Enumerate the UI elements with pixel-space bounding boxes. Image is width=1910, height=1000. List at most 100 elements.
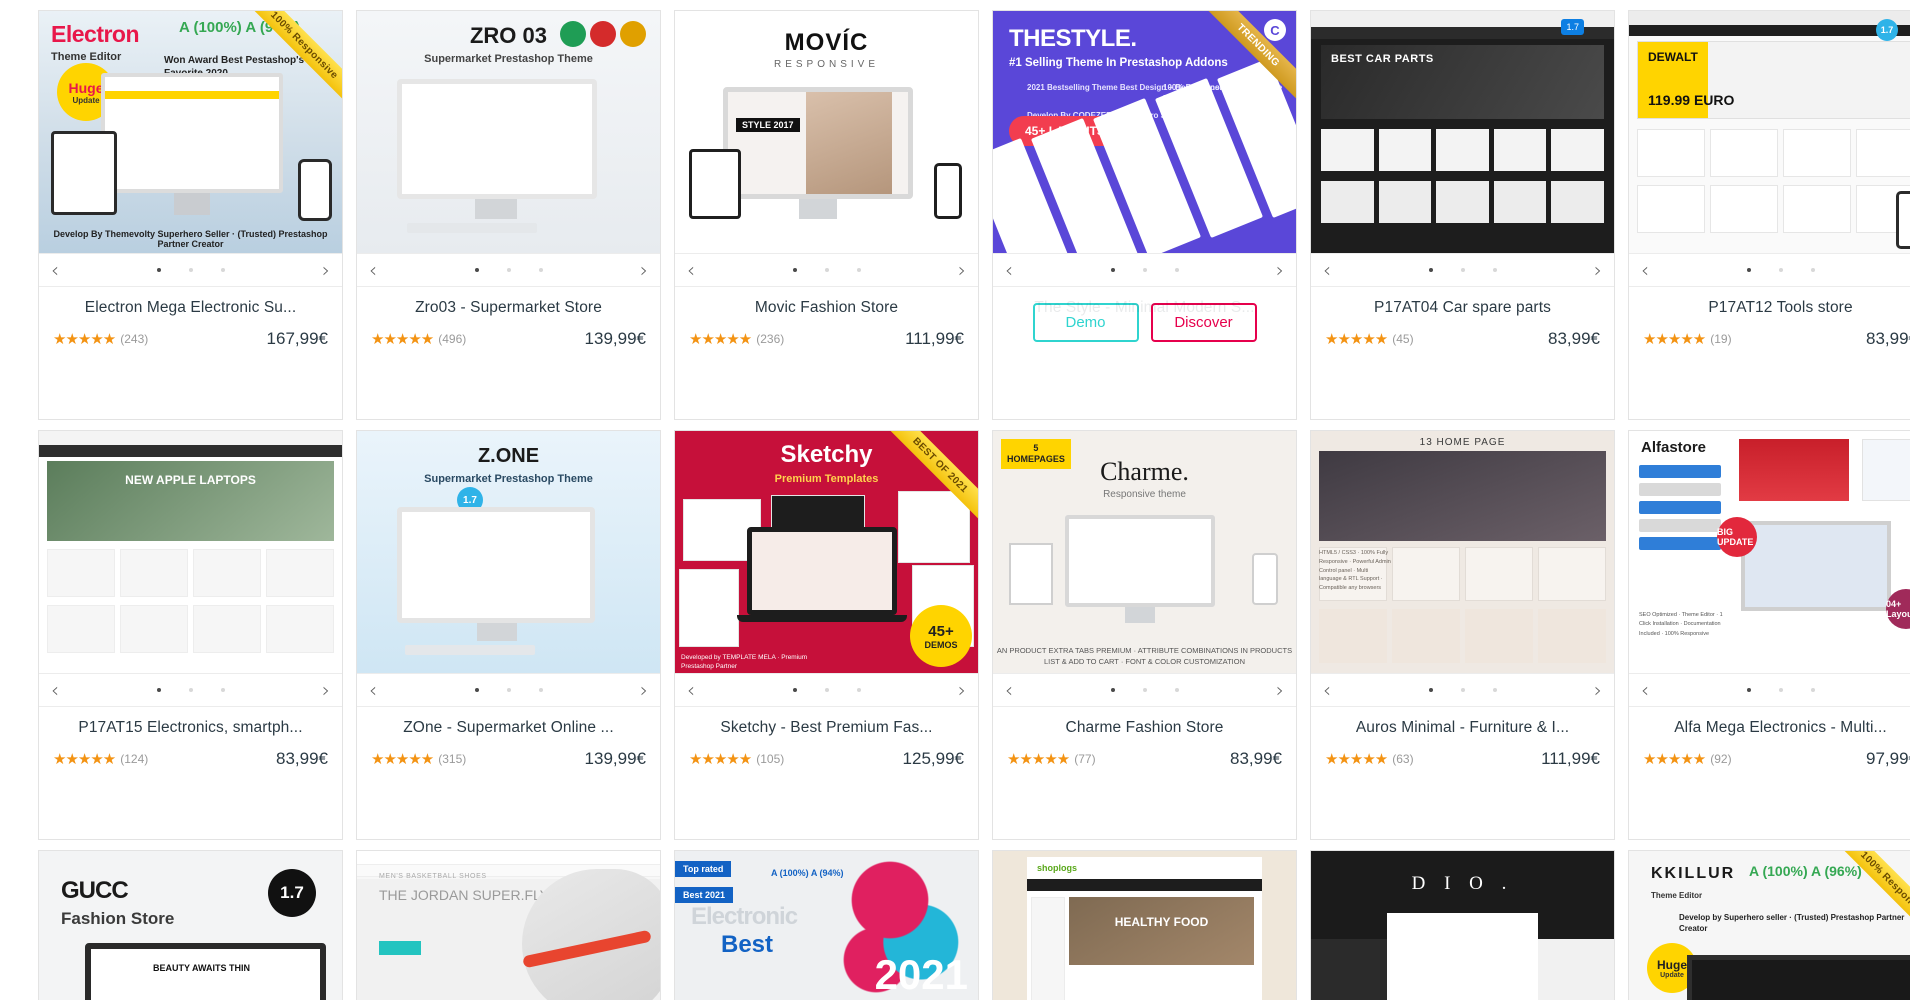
- carousel-dot[interactable]: [474, 268, 479, 272]
- product-thumbnail[interactable]: D I O .: [1311, 851, 1614, 1000]
- thumb-carousel[interactable]: ‹ ›: [675, 253, 978, 287]
- product-thumbnail[interactable]: DEWALT 119.99 EURO 1.7: [1629, 11, 1910, 253]
- carousel-prev-icon[interactable]: ‹: [51, 680, 59, 700]
- carousel-dot[interactable]: [506, 688, 511, 692]
- carousel-dot[interactable]: [1492, 268, 1497, 272]
- product-thumbnail[interactable]: ZRO 03 Supermarket Prestashop Theme: [357, 11, 660, 253]
- product-card[interactable]: Top rated Best 2021 A (100%) A (94%) Ele…: [674, 850, 979, 1000]
- product-card[interactable]: 13 HOME PAGE HTML5 / CSS3 · 100% Fully R…: [1310, 430, 1615, 840]
- thumb-carousel[interactable]: ‹ ›: [39, 253, 342, 287]
- product-title[interactable]: P17AT12 Tools store: [1639, 299, 1910, 317]
- product-title[interactable]: The Style - Minimal Modern S...: [1003, 299, 1286, 317]
- carousel-dots[interactable]: [156, 688, 225, 692]
- carousel-dot[interactable]: [1746, 688, 1751, 692]
- product-card[interactable]: KKILLUR Theme Editor A (100%) A (96%) De…: [1628, 850, 1910, 1000]
- carousel-dots[interactable]: [1110, 268, 1179, 272]
- product-thumbnail[interactable]: KKILLUR Theme Editor A (100%) A (96%) De…: [1629, 851, 1910, 1000]
- carousel-dots[interactable]: [474, 268, 543, 272]
- carousel-next-icon[interactable]: ›: [1276, 260, 1284, 280]
- product-card-hovered[interactable]: C THESTYLE. #1 Selling Theme In Prestash…: [992, 10, 1297, 420]
- product-thumbnail[interactable]: Z.ONE Supermarket Prestashop Theme 1.7: [357, 431, 660, 673]
- carousel-dots[interactable]: [474, 688, 543, 692]
- product-title[interactable]: Movic Fashion Store: [685, 299, 968, 317]
- carousel-dots[interactable]: [1428, 688, 1497, 692]
- carousel-dot[interactable]: [1460, 268, 1465, 272]
- product-card[interactable]: shoplogs HEALTHY FOOD: [992, 850, 1297, 1000]
- carousel-dot[interactable]: [792, 268, 797, 272]
- carousel-dot[interactable]: [1142, 688, 1147, 692]
- product-thumbnail[interactable]: NEW APPLE LAPTOPS: [39, 431, 342, 673]
- product-thumbnail[interactable]: 13 HOME PAGE HTML5 / CSS3 · 100% Fully R…: [1311, 431, 1614, 673]
- thumb-carousel[interactable]: ‹ ›: [39, 673, 342, 707]
- carousel-dot[interactable]: [156, 688, 161, 692]
- carousel-dot[interactable]: [792, 688, 797, 692]
- carousel-dot[interactable]: [824, 688, 829, 692]
- carousel-dot[interactable]: [1174, 688, 1179, 692]
- carousel-dots[interactable]: [1428, 268, 1497, 272]
- product-thumbnail[interactable]: Alfastore SEO Optimized · Theme Editor ·…: [1629, 431, 1910, 673]
- product-title[interactable]: Zro03 - Supermarket Store: [367, 299, 650, 317]
- carousel-dot[interactable]: [474, 688, 479, 692]
- product-thumbnail[interactable]: GUCC Fashion Store 1.7 BEAUTY AWAITS THI…: [39, 851, 342, 1000]
- carousel-dot[interactable]: [538, 268, 543, 272]
- carousel-prev-icon[interactable]: ‹: [51, 260, 59, 280]
- product-card[interactable]: DEWALT 119.99 EURO 1.7 ‹ › P17AT12 Tools…: [1628, 10, 1910, 420]
- carousel-prev-icon[interactable]: ‹: [369, 260, 377, 280]
- carousel-next-icon[interactable]: ›: [640, 680, 648, 700]
- carousel-next-icon[interactable]: ›: [958, 680, 966, 700]
- carousel-dot[interactable]: [188, 268, 193, 272]
- thumb-carousel[interactable]: ‹ ›: [675, 673, 978, 707]
- carousel-prev-icon[interactable]: ‹: [369, 680, 377, 700]
- product-thumbnail[interactable]: Electron Theme Editor A (100%) A (96%) W…: [39, 11, 342, 253]
- carousel-dot[interactable]: [1492, 688, 1497, 692]
- carousel-next-icon[interactable]: ›: [322, 260, 330, 280]
- product-title[interactable]: Electron Mega Electronic Su...: [49, 299, 332, 317]
- product-thumbnail[interactable]: MEN'S BASKETBALL SHOES THE JORDAN SUPER.…: [357, 851, 660, 1000]
- carousel-dot[interactable]: [1174, 268, 1179, 272]
- thumb-carousel[interactable]: ‹ ›: [1629, 673, 1910, 707]
- carousel-next-icon[interactable]: ›: [640, 260, 648, 280]
- product-thumbnail[interactable]: Sketchy Premium Templates 45+ DEMOS Deve…: [675, 431, 978, 673]
- carousel-next-icon[interactable]: ›: [322, 680, 330, 700]
- carousel-prev-icon[interactable]: ‹: [1641, 260, 1649, 280]
- carousel-dot[interactable]: [1778, 268, 1783, 272]
- product-thumbnail[interactable]: C THESTYLE. #1 Selling Theme In Prestash…: [993, 11, 1296, 253]
- carousel-dot[interactable]: [1746, 268, 1751, 272]
- carousel-prev-icon[interactable]: ‹: [1323, 260, 1331, 280]
- carousel-dots[interactable]: [1746, 268, 1815, 272]
- carousel-prev-icon[interactable]: ‹: [1005, 680, 1013, 700]
- carousel-prev-icon[interactable]: ‹: [1005, 260, 1013, 280]
- product-thumbnail[interactable]: Top rated Best 2021 A (100%) A (94%) Ele…: [675, 851, 978, 1000]
- product-title[interactable]: ZOne - Supermarket Online ...: [367, 719, 650, 737]
- carousel-next-icon[interactable]: ›: [1276, 680, 1284, 700]
- product-title[interactable]: Sketchy - Best Premium Fas...: [685, 719, 968, 737]
- product-thumbnail[interactable]: 5 HOMEPAGES Charme. Responsive theme AN …: [993, 431, 1296, 673]
- carousel-dot[interactable]: [220, 268, 225, 272]
- product-card[interactable]: NEW APPLE LAPTOPS ‹ › P17AT15 Electronic…: [38, 430, 343, 840]
- carousel-prev-icon[interactable]: ‹: [1641, 680, 1649, 700]
- product-title[interactable]: Alfa Mega Electronics - Multi...: [1639, 719, 1910, 737]
- product-card[interactable]: D I O .: [1310, 850, 1615, 1000]
- carousel-dot[interactable]: [506, 268, 511, 272]
- carousel-dot[interactable]: [1460, 688, 1465, 692]
- thumb-carousel[interactable]: ‹ ›: [357, 673, 660, 707]
- carousel-next-icon[interactable]: ›: [1594, 260, 1602, 280]
- carousel-prev-icon[interactable]: ‹: [1323, 680, 1331, 700]
- product-card[interactable]: Sketchy Premium Templates 45+ DEMOS Deve…: [674, 430, 979, 840]
- carousel-next-icon[interactable]: ›: [1594, 680, 1602, 700]
- carousel-prev-icon[interactable]: ‹: [687, 680, 695, 700]
- carousel-dots[interactable]: [1110, 688, 1179, 692]
- thumb-carousel[interactable]: ‹ ›: [993, 253, 1296, 287]
- carousel-dot[interactable]: [1428, 268, 1433, 272]
- product-card[interactable]: Z.ONE Supermarket Prestashop Theme 1.7 ‹…: [356, 430, 661, 840]
- product-title[interactable]: P17AT15 Electronics, smartph...: [49, 719, 332, 737]
- product-card[interactable]: GUCC Fashion Store 1.7 BEAUTY AWAITS THI…: [38, 850, 343, 1000]
- thumb-carousel[interactable]: ‹ ›: [1629, 253, 1910, 287]
- product-title[interactable]: P17AT04 Car spare parts: [1321, 299, 1604, 317]
- product-thumbnail[interactable]: MOVÍC RESPONSIVE STYLE 2017: [675, 11, 978, 253]
- carousel-dots[interactable]: [156, 268, 225, 272]
- thumb-carousel[interactable]: ‹ ›: [357, 253, 660, 287]
- product-card[interactable]: Electron Theme Editor A (100%) A (96%) W…: [38, 10, 343, 420]
- carousel-dot[interactable]: [1110, 268, 1115, 272]
- product-card[interactable]: MOVÍC RESPONSIVE STYLE 2017 ‹ › Movic Fa: [674, 10, 979, 420]
